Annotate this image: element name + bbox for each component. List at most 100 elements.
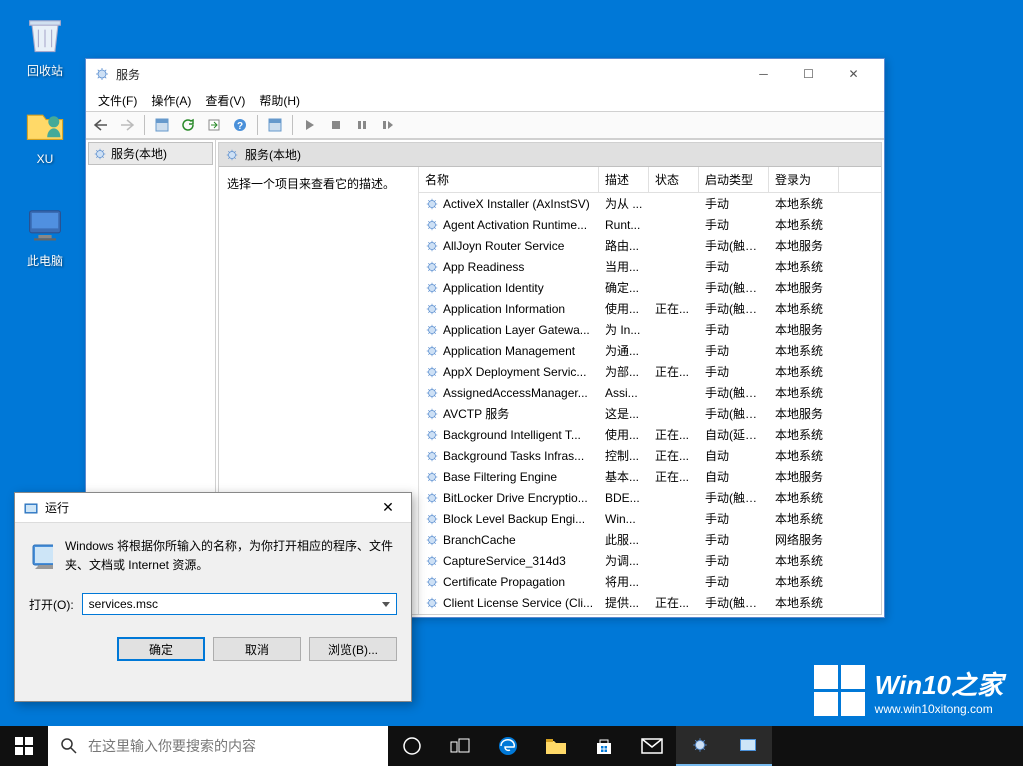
gear-icon <box>425 554 439 568</box>
this-pc[interactable]: 此电脑 <box>10 200 80 269</box>
search-placeholder: 在这里输入你要搜索的内容 <box>88 736 256 756</box>
refresh-button[interactable] <box>177 114 199 136</box>
col-name[interactable]: 名称 <box>419 167 599 192</box>
maximize-button[interactable]: ☐ <box>786 59 831 89</box>
menu-action[interactable]: 操作(A) <box>145 90 197 111</box>
run-app-icon <box>29 537 53 571</box>
taskbar: 在这里输入你要搜索的内容 <box>0 726 1023 766</box>
service-row[interactable]: ActiveX Installer (AxInstSV)为从 ...手动本地系统 <box>419 193 881 214</box>
titlebar[interactable]: 服务 ─ ☐ ✕ <box>86 59 884 89</box>
taskbar-services-icon[interactable] <box>676 726 724 766</box>
svg-text:?: ? <box>237 121 243 132</box>
run-dialog: 运行 ✕ Windows 将根据你所输入的名称，为你打开相应的程序、文件夹、文档… <box>14 492 412 702</box>
gear-icon <box>425 512 439 526</box>
gear-icon <box>425 197 439 211</box>
run-browse-button[interactable]: 浏览(B)... <box>309 637 397 661</box>
run-desc: Windows 将根据你所输入的名称，为你打开相应的程序、文件夹、文档或 Int… <box>65 537 397 575</box>
folder-icon <box>21 100 69 148</box>
gear-icon <box>425 218 439 232</box>
service-row[interactable]: Application Information使用...正在...手动(触发..… <box>419 298 881 319</box>
gear-icon <box>94 66 110 82</box>
watermark-brand: Win10之家 <box>875 665 1003 702</box>
properties-button[interactable] <box>151 114 173 136</box>
menu-help[interactable]: 帮助(H) <box>253 90 306 111</box>
service-row[interactable]: AssignedAccessManager...Assi...手动(触发...本… <box>419 382 881 403</box>
run-icon <box>23 500 39 516</box>
minimize-button[interactable]: ─ <box>741 59 786 89</box>
gear-icon <box>425 323 439 337</box>
search-box[interactable]: 在这里输入你要搜索的内容 <box>48 726 388 766</box>
gear-icon <box>425 407 439 421</box>
col-logon[interactable]: 登录为 <box>769 167 839 192</box>
panel-header-label: 服务(本地) <box>245 146 301 163</box>
recycle-bin-icon <box>21 10 69 58</box>
service-row[interactable]: CaptureService_314d3为调...手动本地系统 <box>419 550 881 571</box>
stop-button[interactable] <box>325 114 347 136</box>
taskbar-run-icon[interactable] <box>724 726 772 766</box>
service-row[interactable]: App Readiness当用...手动本地系统 <box>419 256 881 277</box>
tree-item-services[interactable]: 服务(本地) <box>88 142 213 165</box>
run-close-button[interactable]: ✕ <box>373 493 403 523</box>
close-button[interactable]: ✕ <box>831 59 876 89</box>
this-pc-label: 此电脑 <box>27 254 63 268</box>
gear-icon <box>425 533 439 547</box>
store-icon[interactable] <box>580 726 628 766</box>
gear-icon <box>425 365 439 379</box>
gear-icon <box>425 344 439 358</box>
service-row[interactable]: BranchCache此服...手动网络服务 <box>419 529 881 550</box>
run-titlebar[interactable]: 运行 ✕ <box>15 493 411 523</box>
forward-button[interactable] <box>116 114 138 136</box>
back-button[interactable] <box>90 114 112 136</box>
gear-icon <box>425 302 439 316</box>
service-row[interactable]: Background Tasks Infras...控制...正在...自动本地… <box>419 445 881 466</box>
run-input[interactable]: services.msc <box>82 593 397 615</box>
windows-icon <box>15 737 33 755</box>
properties2-button[interactable] <box>264 114 286 136</box>
gear-icon <box>425 386 439 400</box>
watermark: Win10之家 www.win10xitong.com <box>814 665 1003 716</box>
service-row[interactable]: Certificate Propagation将用...手动本地系统 <box>419 571 881 592</box>
service-row[interactable]: AppX Deployment Servic...为部...正在...手动本地系… <box>419 361 881 382</box>
edge-icon[interactable] <box>484 726 532 766</box>
start-button[interactable] <box>0 726 48 766</box>
col-status[interactable]: 状态 <box>649 167 699 192</box>
run-cancel-button[interactable]: 取消 <box>213 637 301 661</box>
gear-icon <box>425 491 439 505</box>
recycle-bin[interactable]: 回收站 <box>10 10 80 79</box>
gear-icon <box>425 239 439 253</box>
service-row[interactable]: Application Identity确定...手动(触发...本地服务 <box>419 277 881 298</box>
task-view-icon[interactable] <box>436 726 484 766</box>
col-desc[interactable]: 描述 <box>599 167 649 192</box>
col-startup[interactable]: 启动类型 <box>699 167 769 192</box>
pause-button[interactable] <box>351 114 373 136</box>
cortana-icon[interactable] <box>388 726 436 766</box>
watermark-url: www.win10xitong.com <box>875 702 1003 716</box>
service-row[interactable]: Application Layer Gatewa...为 In...手动本地服务 <box>419 319 881 340</box>
help-button[interactable]: ? <box>229 114 251 136</box>
menu-view[interactable]: 查看(V) <box>199 90 251 111</box>
gear-icon <box>425 596 439 610</box>
gear-icon <box>425 428 439 442</box>
menu-file[interactable]: 文件(F) <box>92 90 143 111</box>
start-button[interactable] <box>299 114 321 136</box>
service-row[interactable]: Base Filtering Engine基本...正在...自动本地服务 <box>419 466 881 487</box>
user-folder[interactable]: XU <box>10 100 80 166</box>
export-button[interactable] <box>203 114 225 136</box>
windows-logo-icon <box>814 665 865 716</box>
tree-item-label: 服务(本地) <box>111 145 167 162</box>
service-row[interactable]: Block Level Backup Engi...Win...手动本地系统 <box>419 508 881 529</box>
restart-button[interactable] <box>377 114 399 136</box>
mail-icon[interactable] <box>628 726 676 766</box>
gear-icon <box>93 147 107 161</box>
services-list[interactable]: 名称 描述 状态 启动类型 登录为 ActiveX Installer (AxI… <box>419 167 881 614</box>
service-row[interactable]: AVCTP 服务这是...手动(触发...本地服务 <box>419 403 881 424</box>
explorer-icon[interactable] <box>532 726 580 766</box>
service-row[interactable]: BitLocker Drive Encryptio...BDE...手动(触发.… <box>419 487 881 508</box>
user-folder-label: XU <box>37 152 54 166</box>
service-row[interactable]: AllJoyn Router Service路由...手动(触发...本地服务 <box>419 235 881 256</box>
service-row[interactable]: Client License Service (Cli...提供...正在...… <box>419 592 881 613</box>
service-row[interactable]: Application Management为通...手动本地系统 <box>419 340 881 361</box>
run-ok-button[interactable]: 确定 <box>117 637 205 661</box>
service-row[interactable]: Background Intelligent T...使用...正在...自动(… <box>419 424 881 445</box>
service-row[interactable]: Agent Activation Runtime...Runt...手动本地系统 <box>419 214 881 235</box>
